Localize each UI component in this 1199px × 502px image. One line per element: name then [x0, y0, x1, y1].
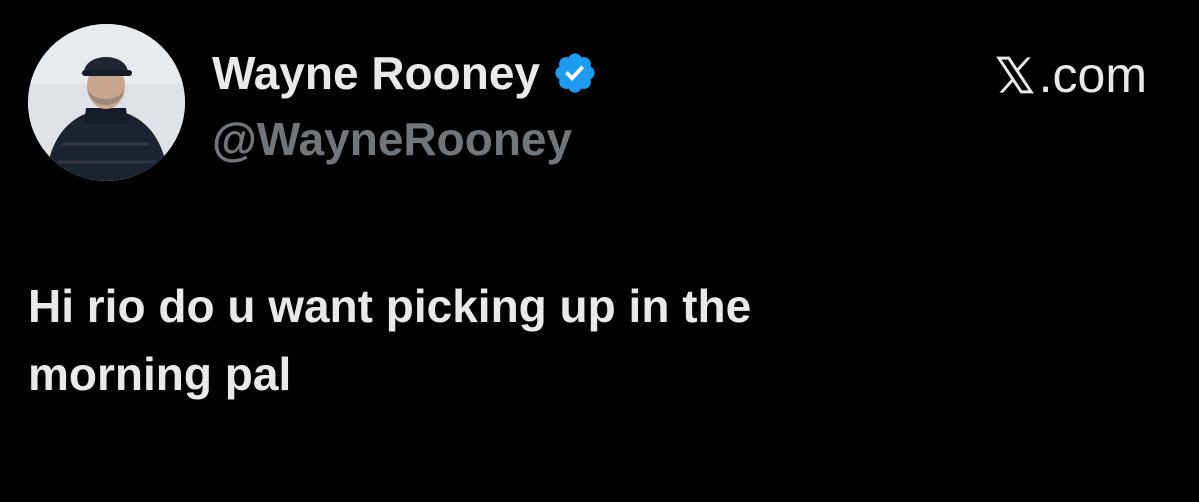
verified-badge-icon: [552, 50, 598, 96]
brand-suffix: .com: [1038, 47, 1147, 103]
tweet-text: Hi rio do u want picking up in the morni…: [28, 280, 752, 400]
display-name[interactable]: Wayne Rooney: [212, 46, 540, 100]
author-handle[interactable]: @WayneRooney: [212, 112, 572, 166]
author-name-row: Wayne Rooney: [212, 42, 598, 104]
tweet-card: Wayne Rooney @WayneRooney .com Hi rio do…: [0, 0, 1199, 502]
x-logo-icon: [993, 53, 1037, 97]
brand-watermark: .com: [993, 46, 1147, 104]
avatar[interactable]: [28, 24, 185, 181]
profile-photo: [28, 24, 185, 181]
